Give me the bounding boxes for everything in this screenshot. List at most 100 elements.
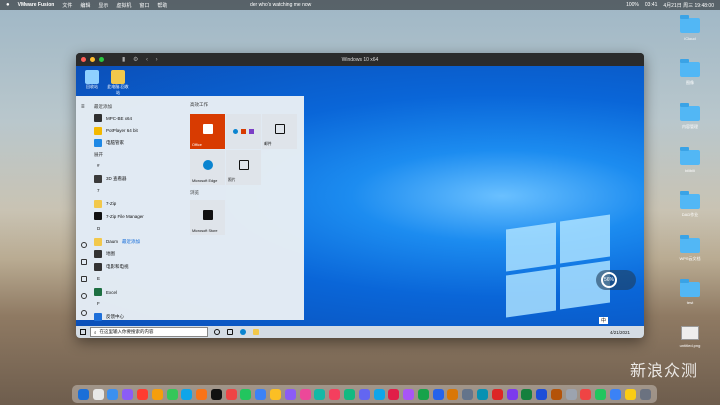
- hamburger-icon[interactable]: ≡: [81, 104, 87, 110]
- cortana-icon[interactable]: [214, 329, 220, 335]
- now-playing[interactable]: der who's watching me now: [250, 2, 311, 8]
- document-icon[interactable]: [81, 259, 87, 265]
- apple-menu-icon[interactable]: ●: [6, 2, 10, 8]
- app-list-item[interactable]: 3D 查看器: [94, 172, 189, 185]
- desktop-item[interactable]: WPS云文档: [670, 234, 710, 278]
- dock-app-icon[interactable]: [476, 388, 488, 400]
- battery-status[interactable]: 100%: [626, 2, 639, 8]
- desktop-item[interactable]: bilibili: [670, 146, 710, 190]
- apps-group-tile[interactable]: [226, 114, 261, 149]
- dock-app-icon[interactable]: [521, 388, 533, 400]
- app-list-item[interactable]: 电影和电视: [94, 261, 189, 274]
- desktop-item[interactable]: 图像: [670, 58, 710, 102]
- user-icon[interactable]: [81, 242, 87, 248]
- recycle-bin-desktop-icon[interactable]: 回收站: [80, 70, 104, 90]
- app-list-item[interactable]: 电脑管家: [94, 137, 189, 150]
- app-list-item[interactable]: PotPlayer 64 bit: [94, 125, 189, 138]
- photos-tile[interactable]: 照片: [226, 150, 261, 185]
- expand-link[interactable]: 展开: [94, 150, 189, 160]
- dock-app-icon[interactable]: [314, 388, 326, 400]
- mail-tile[interactable]: 邮件: [262, 114, 297, 149]
- ime-indicator[interactable]: 中: [599, 317, 609, 324]
- menu-window[interactable]: 窗口: [139, 2, 149, 9]
- dock-app-icon[interactable]: [299, 388, 311, 400]
- settings-icon[interactable]: [81, 293, 87, 299]
- dock-app-icon[interactable]: [403, 388, 415, 400]
- app-list-item[interactable]: 地图: [94, 248, 189, 261]
- menu-help[interactable]: 帮助: [157, 2, 167, 9]
- section-letter[interactable]: 7: [94, 185, 189, 198]
- dock-app-icon[interactable]: [595, 388, 607, 400]
- menu-vm[interactable]: 虚拟机: [116, 2, 131, 9]
- dock-app-icon[interactable]: [639, 388, 651, 400]
- app-list-item[interactable]: Daum 最近添加: [94, 235, 189, 248]
- dock-app-icon[interactable]: [536, 388, 548, 400]
- section-letter[interactable]: #: [94, 160, 189, 173]
- dock-app-icon[interactable]: [491, 388, 503, 400]
- dock-app-icon[interactable]: [610, 388, 622, 400]
- dock-app-icon[interactable]: [196, 388, 208, 400]
- menu-view[interactable]: 显示: [98, 2, 108, 9]
- app-menu[interactable]: VMware Fusion: [18, 2, 55, 8]
- dock-app-icon[interactable]: [122, 388, 134, 400]
- dock-app-icon[interactable]: [166, 388, 178, 400]
- dock-app-icon[interactable]: [284, 388, 296, 400]
- dock-app-icon[interactable]: [447, 388, 459, 400]
- app-list-item[interactable]: MPC-BE x64: [94, 112, 189, 125]
- menu-file[interactable]: 文件: [62, 2, 72, 9]
- dock-app-icon[interactable]: [77, 388, 89, 400]
- dock-app-icon[interactable]: [373, 388, 385, 400]
- folder-icon: [680, 103, 700, 121]
- desktop-item[interactable]: DAD作业: [670, 190, 710, 234]
- dock-app-icon[interactable]: [624, 388, 636, 400]
- desktop-item[interactable]: iCloud: [670, 14, 710, 58]
- dock-app-icon[interactable]: [432, 388, 444, 400]
- section-letter[interactable]: E: [94, 273, 189, 286]
- menubar-clock[interactable]: 4月21日 周三 19:48:00: [663, 2, 714, 9]
- app-list-item[interactable]: 7-Zip: [94, 198, 189, 211]
- dock-app-icon[interactable]: [565, 388, 577, 400]
- menu-edit[interactable]: 编辑: [80, 2, 90, 9]
- dock-app-icon[interactable]: [210, 388, 222, 400]
- section-letter[interactable]: D: [94, 223, 189, 236]
- search-box[interactable]: ⌕ 在这里输入你要搜索的内容: [90, 327, 208, 337]
- dock-app-icon[interactable]: [550, 388, 562, 400]
- dock-app-icon[interactable]: [343, 388, 355, 400]
- dock-app-icon[interactable]: [255, 388, 267, 400]
- edge-icon[interactable]: [240, 329, 246, 335]
- folder-desktop-icon[interactable]: 此电脑-回收站: [106, 70, 130, 96]
- store-tile[interactable]: Microsoft Store: [190, 200, 225, 235]
- dock-app-icon[interactable]: [417, 388, 429, 400]
- file-explorer-icon[interactable]: [253, 329, 259, 335]
- task-view-icon[interactable]: [227, 329, 233, 335]
- dock-app-icon[interactable]: [506, 388, 518, 400]
- dock-app-icon[interactable]: [181, 388, 193, 400]
- dock-app-icon[interactable]: [358, 388, 370, 400]
- dock-app-icon[interactable]: [388, 388, 400, 400]
- dock-app-icon[interactable]: [270, 388, 282, 400]
- vm-titlebar[interactable]: ▮ ⚙ ‹ › Windows 10 x64: [76, 53, 644, 66]
- power-icon[interactable]: [81, 310, 87, 316]
- desktop-item[interactable]: test: [670, 278, 710, 322]
- dock-app-icon[interactable]: [580, 388, 592, 400]
- dock-app-icon[interactable]: [107, 388, 119, 400]
- timer-status[interactable]: 03:41: [645, 2, 658, 8]
- section-letter[interactable]: F: [94, 298, 189, 311]
- taskbar-clock[interactable]: 4/21/2021: [610, 330, 644, 335]
- dock-app-icon[interactable]: [151, 388, 163, 400]
- dock-app-icon[interactable]: [137, 388, 149, 400]
- desktop-item[interactable]: 内容管理: [670, 102, 710, 146]
- office-tile[interactable]: Office: [190, 114, 225, 149]
- app-list-item[interactable]: 7-Zip File Manager: [94, 210, 189, 223]
- dock-app-icon[interactable]: [92, 388, 104, 400]
- dock-app-icon[interactable]: [225, 388, 237, 400]
- pictures-icon[interactable]: [81, 276, 87, 282]
- app-list-item[interactable]: 反馈中心: [94, 311, 189, 324]
- edge-tile[interactable]: Microsoft Edge: [190, 150, 225, 185]
- dock-app-icon[interactable]: [462, 388, 474, 400]
- dock-app-icon[interactable]: [240, 388, 252, 400]
- start-button[interactable]: [76, 326, 90, 338]
- app-list-item[interactable]: Excel: [94, 286, 189, 299]
- dock-app-icon[interactable]: [329, 388, 341, 400]
- speed-widget[interactable]: 56%: [596, 270, 636, 290]
